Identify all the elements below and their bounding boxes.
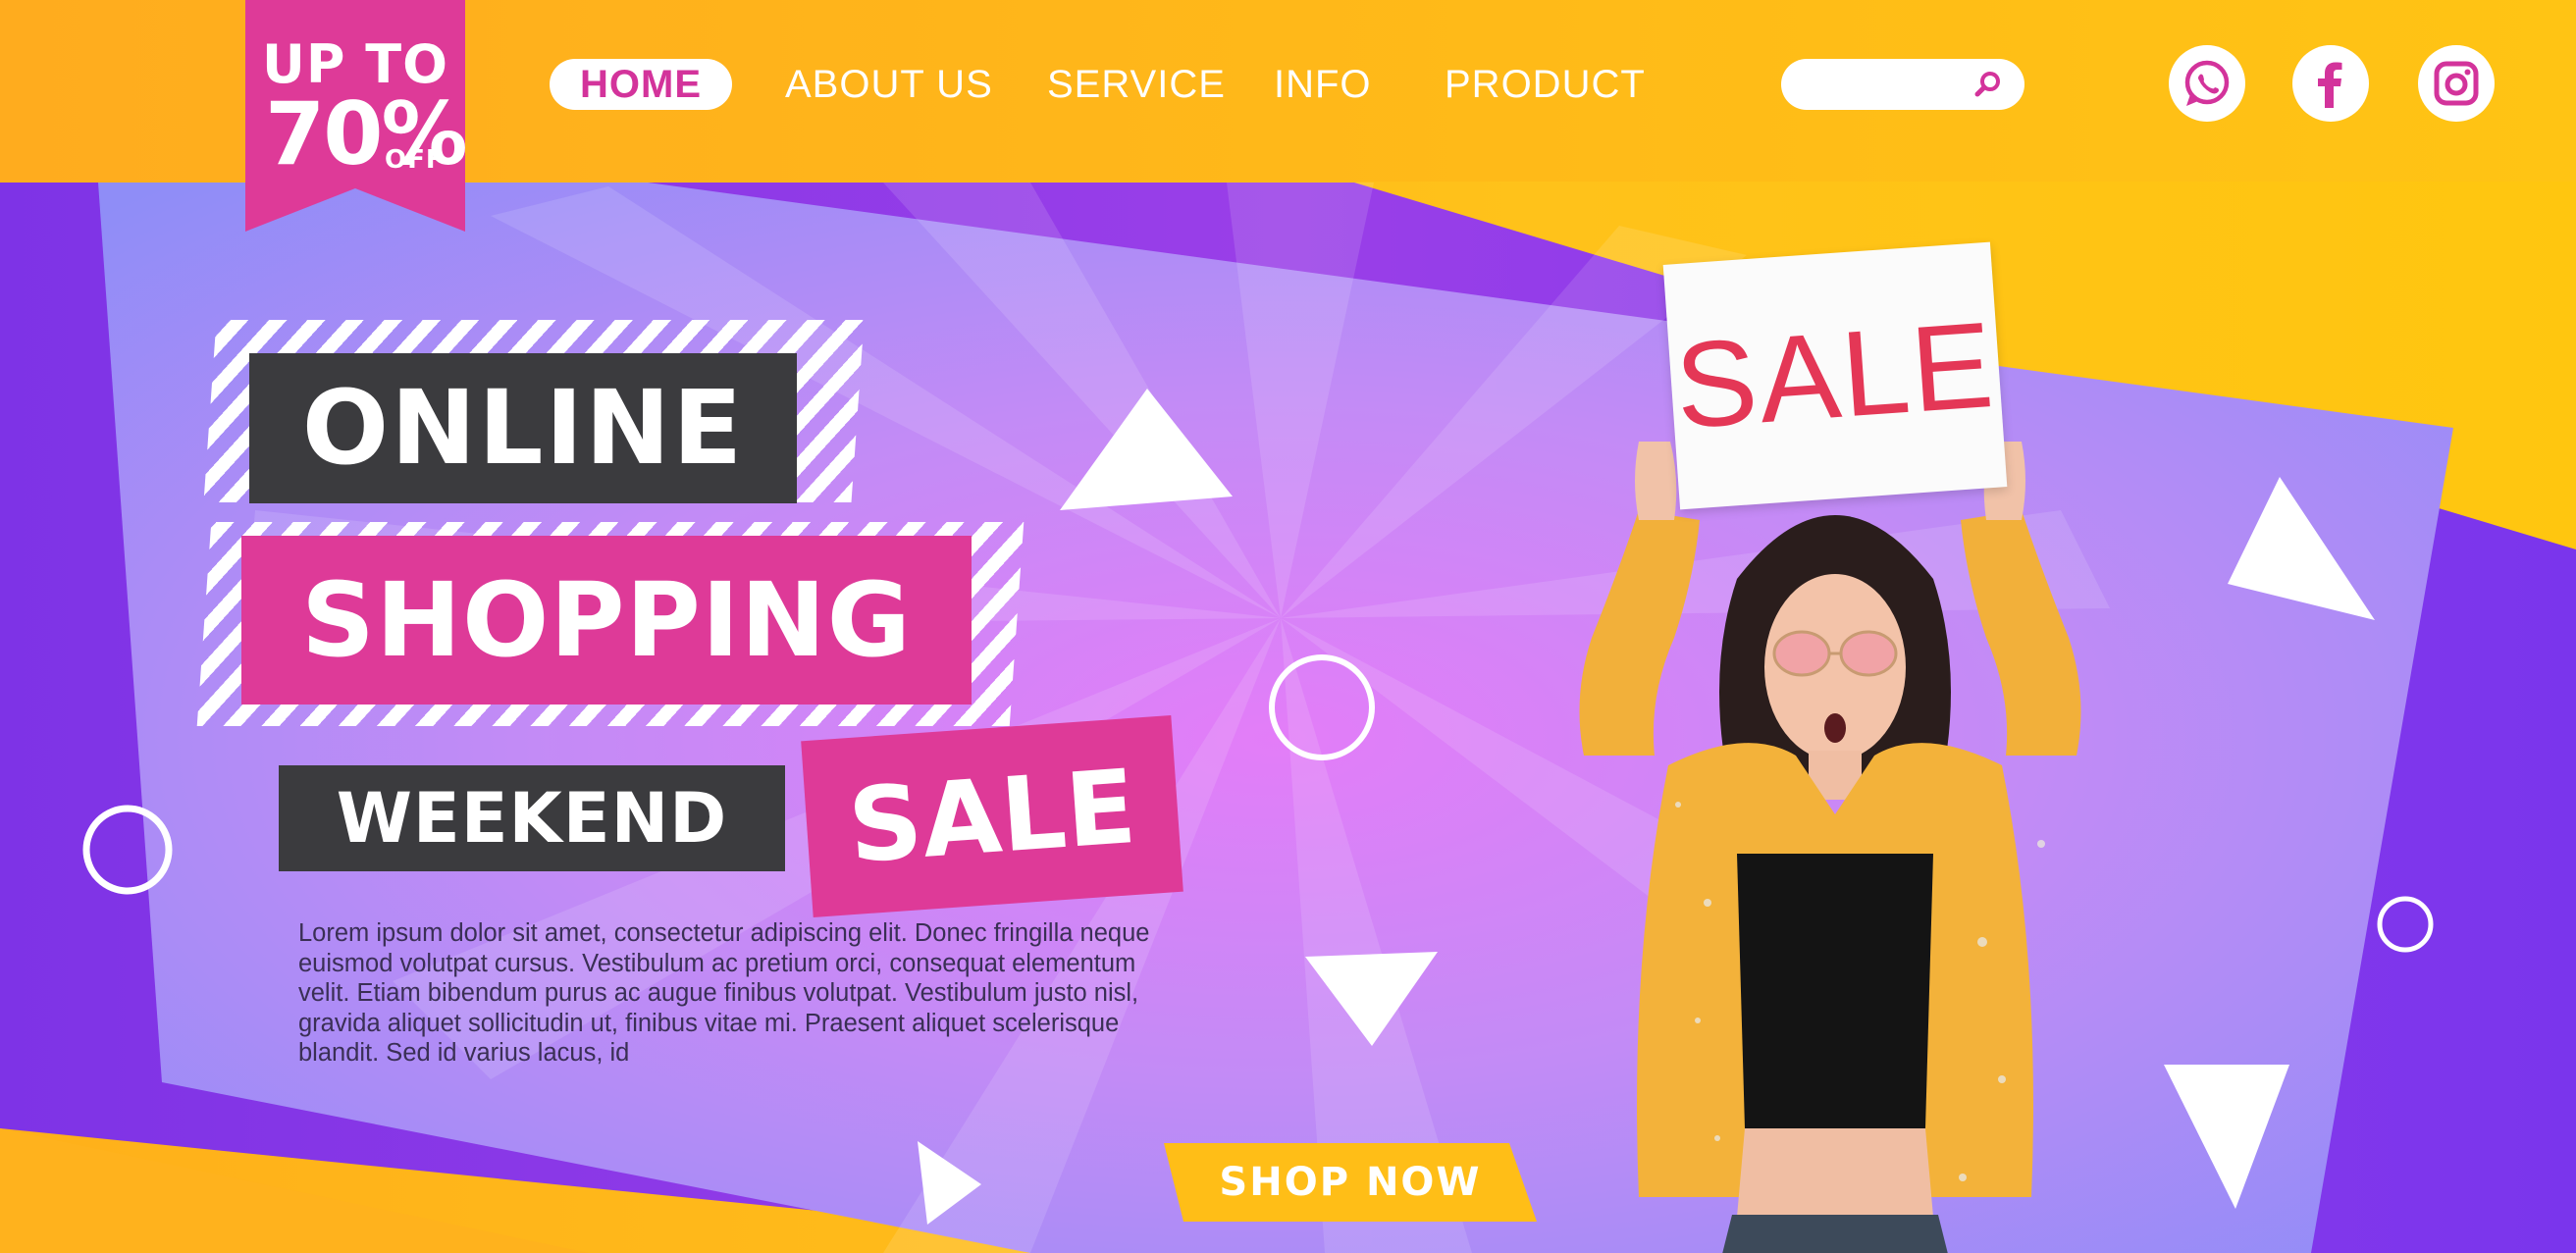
promo-ribbon: UP TO 70% OFF	[245, 0, 468, 232]
headline-weekend: WEEKEND	[279, 765, 785, 871]
model-photo	[1579, 442, 2081, 1253]
headline-online: ONLINE	[249, 353, 797, 503]
right-sleeve	[1961, 510, 2081, 756]
nav-info[interactable]: INFO	[1274, 55, 1372, 114]
hero-description: Lorem ipsum dolor sit amet, consectetur …	[298, 919, 1150, 1067]
black-top	[1737, 854, 1933, 1128]
whatsapp-button[interactable]	[2169, 45, 2245, 122]
facebook-icon	[2318, 62, 2342, 108]
mouth	[1824, 713, 1846, 743]
sale-sign: SALE	[1662, 241, 2008, 510]
headline-shopping: SHOPPING	[241, 536, 972, 705]
facebook-button[interactable]	[2292, 45, 2369, 122]
jeans	[1722, 1215, 1948, 1253]
nav-product[interactable]: PRODUCT	[1445, 55, 1646, 114]
left-sleeve	[1579, 510, 1700, 756]
search-input[interactable]	[1801, 67, 1971, 104]
sunglasses	[1772, 630, 1831, 677]
whatsapp-icon	[2184, 60, 2230, 106]
search-bar[interactable]	[1781, 59, 2024, 110]
instagram-button[interactable]	[2418, 45, 2495, 122]
instagram-icon	[2434, 61, 2479, 106]
nav-about-us[interactable]: ABOUT US	[785, 55, 993, 114]
sale-sign-text: SALE	[1671, 296, 1999, 455]
nav-home[interactable]: HOME	[550, 59, 732, 110]
promo-off: OFF	[385, 145, 445, 175]
search-icon[interactable]	[1973, 70, 2003, 99]
headline-sale: SALE	[801, 715, 1183, 917]
nav-service[interactable]: SERVICE	[1047, 55, 1226, 114]
